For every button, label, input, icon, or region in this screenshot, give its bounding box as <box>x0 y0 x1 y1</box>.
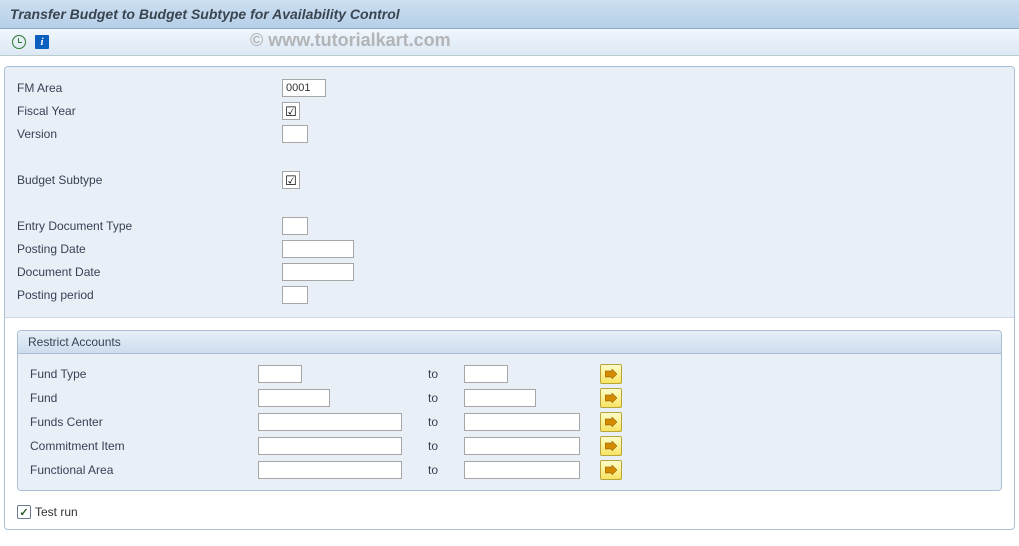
input-entry-doc-type[interactable] <box>282 217 308 235</box>
label-version: Version <box>17 127 282 141</box>
to-label: to <box>428 391 464 405</box>
label-posting-period: Posting period <box>17 288 282 302</box>
info-icon: i <box>35 35 49 49</box>
row-fm-area: FM Area <box>17 77 1002 99</box>
input-posting-period[interactable] <box>282 286 308 304</box>
to-label: to <box>428 463 464 477</box>
group-body: Fund Type to Fund to Funds Center <box>18 354 1001 490</box>
row-budget-subtype: Budget Subtype <box>17 169 1002 191</box>
arrow-right-icon <box>605 369 617 379</box>
row-posting-date: Posting Date <box>17 238 1002 260</box>
row-funds-center: Funds Center to <box>30 410 989 434</box>
multi-select-commitment-item[interactable] <box>600 436 622 456</box>
page-title: Transfer Budget to Budget Subtype for Av… <box>10 6 1009 22</box>
label-functional-area: Functional Area <box>30 463 258 477</box>
clock-icon <box>12 35 26 49</box>
row-fiscal-year: Fiscal Year <box>17 100 1002 122</box>
label-fm-area: FM Area <box>17 81 282 95</box>
arrow-right-icon <box>605 393 617 403</box>
to-label: to <box>428 367 464 381</box>
input-fund-type-from[interactable] <box>258 365 302 383</box>
label-fund-type: Fund Type <box>30 367 258 381</box>
toolbar: i <box>0 29 1019 56</box>
form-area: FM Area Fiscal Year Version Budget Subty… <box>5 67 1014 318</box>
input-funds-center-from[interactable] <box>258 413 402 431</box>
input-functional-area-from[interactable] <box>258 461 402 479</box>
row-commitment-item: Commitment Item to <box>30 434 989 458</box>
multi-select-functional-area[interactable] <box>600 460 622 480</box>
content: FM Area Fiscal Year Version Budget Subty… <box>0 56 1019 540</box>
required-fiscal-year-icon[interactable] <box>282 102 300 120</box>
label-entry-doc-type: Entry Document Type <box>17 219 282 233</box>
label-budget-subtype: Budget Subtype <box>17 173 282 187</box>
arrow-right-icon <box>605 417 617 427</box>
group-restrict-accounts: Restrict Accounts Fund Type to Fund to <box>17 330 1002 491</box>
input-fund-type-to[interactable] <box>464 365 508 383</box>
input-commitment-item-from[interactable] <box>258 437 402 455</box>
input-commitment-item-to[interactable] <box>464 437 580 455</box>
input-fund-to[interactable] <box>464 389 536 407</box>
input-document-date[interactable] <box>282 263 354 281</box>
label-test-run: Test run <box>35 505 78 519</box>
main-panel: FM Area Fiscal Year Version Budget Subty… <box>4 66 1015 530</box>
to-label: to <box>428 415 464 429</box>
arrow-right-icon <box>605 465 617 475</box>
input-version[interactable] <box>282 125 308 143</box>
row-posting-period: Posting period <box>17 284 1002 306</box>
row-functional-area: Functional Area to <box>30 458 989 482</box>
label-posting-date: Posting Date <box>17 242 282 256</box>
info-button[interactable]: i <box>31 32 53 52</box>
input-posting-date[interactable] <box>282 240 354 258</box>
required-budget-subtype-icon[interactable] <box>282 171 300 189</box>
execute-button[interactable] <box>8 32 30 52</box>
label-funds-center: Funds Center <box>30 415 258 429</box>
arrow-right-icon <box>605 441 617 451</box>
row-entry-doc-type: Entry Document Type <box>17 215 1002 237</box>
multi-select-fund[interactable] <box>600 388 622 408</box>
label-fiscal-year: Fiscal Year <box>17 104 282 118</box>
row-document-date: Document Date <box>17 261 1002 283</box>
to-label: to <box>428 439 464 453</box>
title-bar: Transfer Budget to Budget Subtype for Av… <box>0 0 1019 29</box>
row-fund: Fund to <box>30 386 989 410</box>
input-functional-area-to[interactable] <box>464 461 580 479</box>
row-test-run: Test run <box>17 505 1002 519</box>
input-funds-center-to[interactable] <box>464 413 580 431</box>
row-fund-type: Fund Type to <box>30 362 989 386</box>
checkbox-test-run[interactable] <box>17 505 31 519</box>
multi-select-funds-center[interactable] <box>600 412 622 432</box>
label-fund: Fund <box>30 391 258 405</box>
group-header: Restrict Accounts <box>18 331 1001 354</box>
input-fm-area[interactable] <box>282 79 326 97</box>
multi-select-fund-type[interactable] <box>600 364 622 384</box>
input-fund-from[interactable] <box>258 389 330 407</box>
row-version: Version <box>17 123 1002 145</box>
label-document-date: Document Date <box>17 265 282 279</box>
label-commitment-item: Commitment Item <box>30 439 258 453</box>
